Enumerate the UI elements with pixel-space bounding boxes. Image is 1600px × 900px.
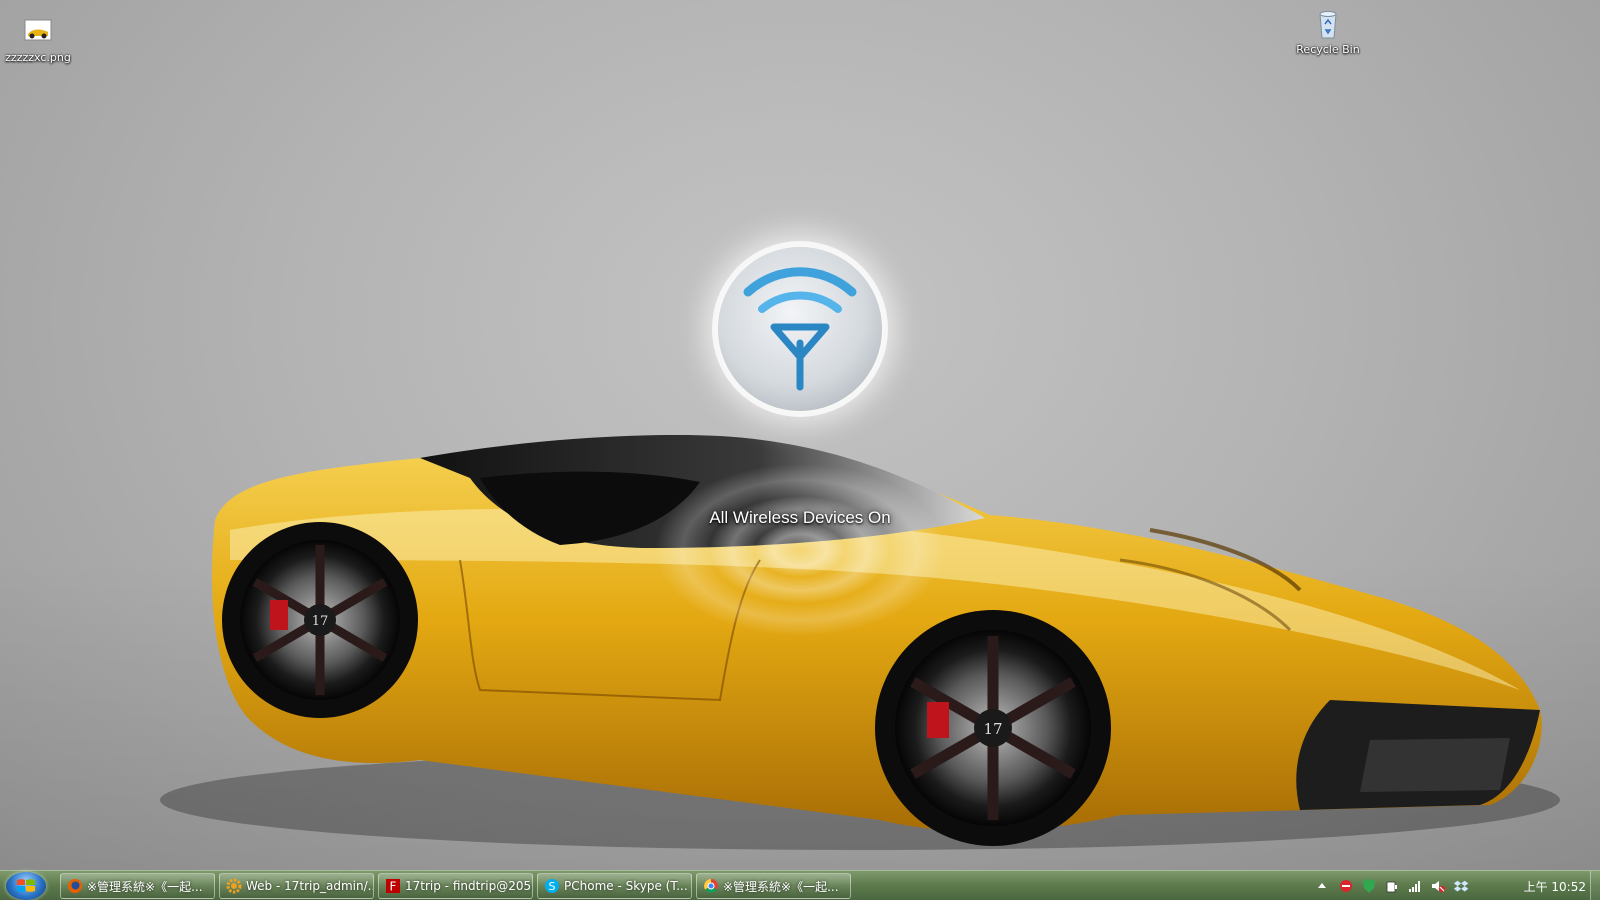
system-tray: 上午 10:52 [1310,871,1600,900]
network-signal-icon[interactable] [1407,878,1423,894]
windows-logo-icon [17,879,35,892]
osd-signal-rings [640,455,960,645]
svg-text:S: S [549,880,556,893]
taskbar-item-label: ※管理系統※《一起... [87,879,203,894]
green-shield-icon[interactable] [1361,878,1377,894]
skype-icon: S [545,879,559,893]
recycle-bin-icon [1312,8,1344,40]
wireless-antenna-icon [743,267,857,391]
desktop-icon-recycle-bin[interactable]: Recycle Bin [1290,8,1366,56]
firefox-icon [68,879,82,893]
taskbar-item-skype[interactable]: S PChome - Skype (T... [537,873,692,899]
desktop[interactable]: 17 17 zzzzzxc.png Recycle Bin All Wirele… [0,0,1600,870]
taskbar: ※管理系統※《一起... Web - 17trip_admin/... F 17… [0,870,1600,900]
image-file-icon [22,16,54,48]
desktop-icon-image-file[interactable]: zzzzzxc.png [0,16,76,64]
svg-text:F: F [390,880,397,894]
power-icon[interactable] [1384,878,1400,894]
taskbar-item-label: ※管理系統※《一起... [723,879,839,894]
wallpaper-car: 17 17 [160,434,1560,850]
taskbar-item-chrome[interactable]: ※管理系統※《一起... [696,873,851,899]
chrome-icon [704,879,718,893]
taskbar-item-web-admin[interactable]: Web - 17trip_admin/... [219,873,374,899]
svg-text:17: 17 [983,720,1002,738]
osd-message: All Wireless Devices On [709,508,891,527]
taskbar-item-firefox[interactable]: ※管理系統※《一起... [60,873,215,899]
taskbar-item-filezilla[interactable]: F 17trip - findtrip@205... [378,873,533,899]
desktop-icon-label: Recycle Bin [1296,43,1360,56]
volume-muted-icon[interactable] [1430,878,1446,894]
filezilla-icon: F [386,879,400,894]
svg-text:17: 17 [312,614,329,629]
gear-icon [226,878,242,894]
show-hidden-icons-arrow[interactable] [1314,878,1330,894]
wireless-osd [718,247,882,411]
dropbox-icon[interactable] [1453,878,1469,894]
start-button[interactable] [6,872,46,900]
taskbar-item-label: PChome - Skype (T... [564,879,688,893]
red-status-icon[interactable] [1338,878,1354,894]
clock[interactable]: 上午 10:52 [1524,878,1586,895]
show-desktop-button[interactable] [1590,871,1600,900]
desktop-icon-label: zzzzzxc.png [5,51,71,64]
taskbar-item-label: 17trip - findtrip@205... [405,879,532,893]
taskbar-item-label: Web - 17trip_admin/... [246,879,373,893]
